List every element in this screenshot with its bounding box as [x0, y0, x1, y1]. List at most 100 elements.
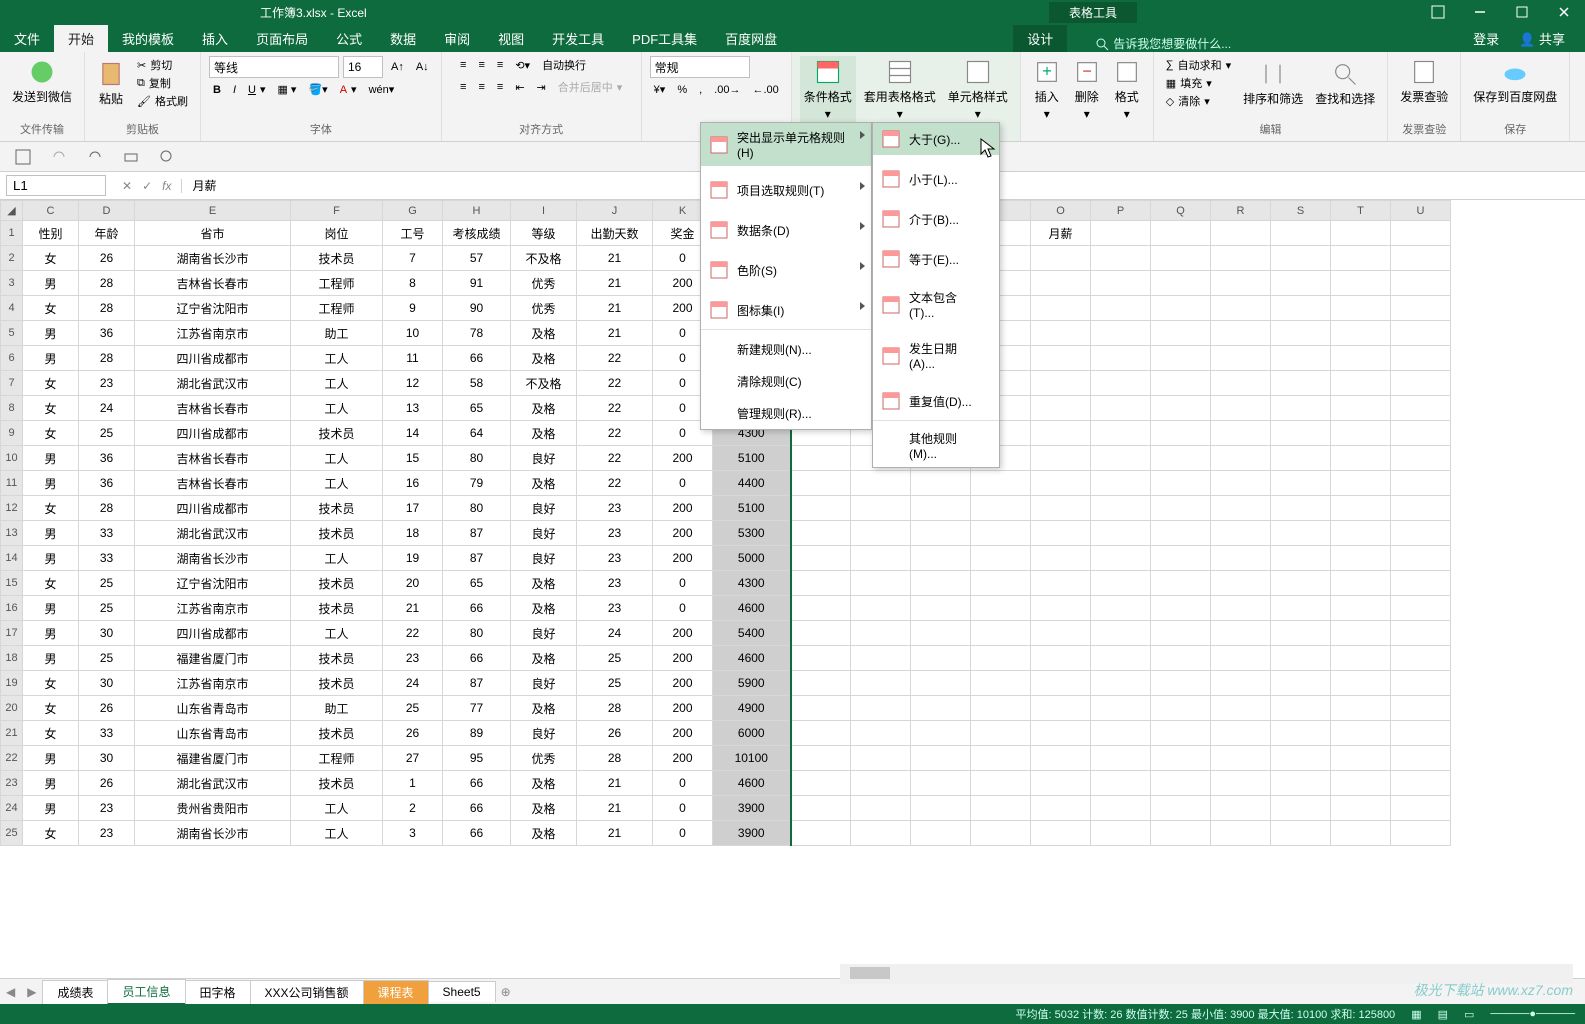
- data-cell[interactable]: 及格: [511, 396, 577, 421]
- data-cell[interactable]: 工人: [291, 371, 383, 396]
- row-header[interactable]: 7: [1, 371, 23, 396]
- row-header[interactable]: 21: [1, 721, 23, 746]
- data-cell[interactable]: 男: [23, 321, 79, 346]
- data-cell[interactable]: 28: [577, 746, 653, 771]
- row-header[interactable]: 13: [1, 521, 23, 546]
- data-cell[interactable]: 33: [79, 546, 135, 571]
- data-cell[interactable]: 工程师: [291, 746, 383, 771]
- data-cell[interactable]: 8: [383, 271, 443, 296]
- data-cell[interactable]: 良好: [511, 546, 577, 571]
- data-cell[interactable]: 33: [79, 521, 135, 546]
- select-all-cell[interactable]: ◢: [1, 201, 23, 221]
- data-cell[interactable]: 工人: [291, 446, 383, 471]
- data-cell[interactable]: 13: [383, 396, 443, 421]
- tab-1[interactable]: 开始: [54, 25, 108, 52]
- data-cell[interactable]: 不及格: [511, 246, 577, 271]
- data-cell[interactable]: 87: [443, 546, 511, 571]
- data-cell[interactable]: 女: [23, 371, 79, 396]
- menu-item-colorscale[interactable]: 色阶(S): [701, 254, 871, 286]
- data-cell[interactable]: 四川省成都市: [135, 346, 291, 371]
- data-cell[interactable]: 36: [79, 471, 135, 496]
- zoom-slider[interactable]: ─────●─────: [1490, 1008, 1575, 1020]
- data-cell[interactable]: 66: [443, 771, 511, 796]
- data-cell[interactable]: 男: [23, 471, 79, 496]
- send-to-wechat-button[interactable]: 发送到微信: [8, 56, 76, 107]
- data-cell[interactable]: 男: [23, 796, 79, 821]
- cut-button[interactable]: ✂剪切: [133, 56, 192, 74]
- data-cell[interactable]: 22: [577, 371, 653, 396]
- data-cell[interactable]: 男: [23, 746, 79, 771]
- menu-item-databar[interactable]: 数据条(D): [701, 214, 871, 246]
- data-cell[interactable]: 男: [23, 596, 79, 621]
- minimize-button[interactable]: [1459, 0, 1501, 24]
- data-cell[interactable]: 技术员: [291, 246, 383, 271]
- col-header[interactable]: R: [1211, 201, 1271, 221]
- data-cell[interactable]: 助工: [291, 696, 383, 721]
- wrap-text-button[interactable]: 自动换行: [538, 56, 590, 74]
- maximize-button[interactable]: [1501, 0, 1543, 24]
- preview-icon[interactable]: [158, 148, 176, 166]
- data-cell[interactable]: 66: [443, 821, 511, 846]
- data-cell[interactable]: 79: [443, 471, 511, 496]
- tab-4[interactable]: 页面布局: [242, 25, 322, 52]
- col-header[interactable]: G: [383, 201, 443, 221]
- submenu-item-1[interactable]: 小于(L)...: [873, 163, 999, 195]
- currency-button[interactable]: ¥▾: [650, 82, 670, 97]
- data-cell[interactable]: 四川省成都市: [135, 621, 291, 646]
- data-cell[interactable]: 及格: [511, 571, 577, 596]
- data-cell[interactable]: 技术员: [291, 721, 383, 746]
- data-cell[interactable]: 22: [577, 396, 653, 421]
- row-header[interactable]: 4: [1, 296, 23, 321]
- data-cell[interactable]: 25: [577, 671, 653, 696]
- save-to-baidu-button[interactable]: 保存到百度网盘: [1469, 56, 1561, 107]
- data-cell[interactable]: 辽宁省沈阳市: [135, 296, 291, 321]
- data-cell[interactable]: 4600: [713, 596, 791, 621]
- data-cell[interactable]: 36: [79, 446, 135, 471]
- sheet-tab[interactable]: 员工信息: [107, 979, 185, 1005]
- phonetic-button[interactable]: wén▾: [365, 82, 399, 97]
- data-cell[interactable]: 4600: [713, 646, 791, 671]
- data-cell[interactable]: 200: [653, 496, 713, 521]
- submenu-item-3[interactable]: 等于(E)...: [873, 243, 999, 275]
- data-cell[interactable]: 200: [653, 621, 713, 646]
- data-cell[interactable]: 9: [383, 296, 443, 321]
- increase-indent-button[interactable]: ⇥: [533, 80, 550, 95]
- redo-icon[interactable]: [50, 148, 68, 166]
- data-cell[interactable]: 湖南省长沙市: [135, 821, 291, 846]
- data-cell[interactable]: 女: [23, 296, 79, 321]
- data-cell[interactable]: 80: [443, 446, 511, 471]
- data-cell[interactable]: 25: [79, 571, 135, 596]
- data-cell[interactable]: 5100: [713, 446, 791, 471]
- data-cell[interactable]: 28: [79, 271, 135, 296]
- data-cell[interactable]: 24: [577, 621, 653, 646]
- data-cell[interactable]: 技术员: [291, 421, 383, 446]
- data-cell[interactable]: 22: [577, 471, 653, 496]
- font-family-select[interactable]: [209, 56, 339, 78]
- menu-item[interactable]: 新建规则(N)...: [701, 333, 871, 365]
- data-cell[interactable]: 28: [79, 496, 135, 521]
- data-cell[interactable]: 江苏省南京市: [135, 671, 291, 696]
- data-cell[interactable]: 0: [653, 796, 713, 821]
- data-cell[interactable]: 66: [443, 596, 511, 621]
- data-cell[interactable]: 女: [23, 696, 79, 721]
- data-cell[interactable]: 0: [653, 596, 713, 621]
- data-cell[interactable]: 66: [443, 796, 511, 821]
- sheet-tab[interactable]: 课程表: [363, 980, 429, 1004]
- sort-filter-button[interactable]: 排序和筛选: [1239, 58, 1307, 109]
- cancel-formula-icon[interactable]: ✕: [122, 179, 132, 193]
- col-header[interactable]: I: [511, 201, 577, 221]
- align-center-button[interactable]: ≡: [474, 80, 488, 94]
- tab-5[interactable]: 公式: [322, 25, 376, 52]
- fill-color-button[interactable]: 🪣▾: [304, 82, 331, 97]
- data-cell[interactable]: 工人: [291, 546, 383, 571]
- row-header[interactable]: 1: [1, 221, 23, 246]
- data-cell[interactable]: 良好: [511, 496, 577, 521]
- data-cell[interactable]: 女: [23, 421, 79, 446]
- tab-2[interactable]: 我的模板: [108, 25, 188, 52]
- col-header[interactable]: S: [1271, 201, 1331, 221]
- data-cell[interactable]: 25: [79, 421, 135, 446]
- invoice-verify-button[interactable]: 发票查验: [1396, 56, 1452, 107]
- row-header[interactable]: 18: [1, 646, 23, 671]
- row-header[interactable]: 8: [1, 396, 23, 421]
- view-pagebreak-icon[interactable]: ▭: [1464, 1008, 1474, 1021]
